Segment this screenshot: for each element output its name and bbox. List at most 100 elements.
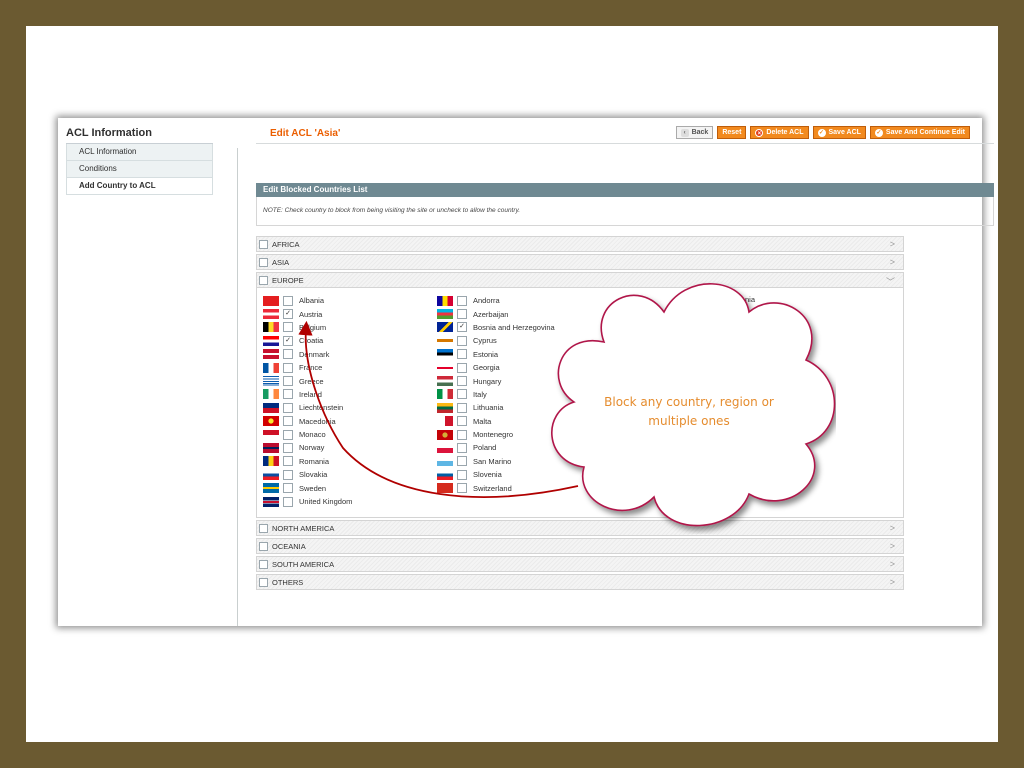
country-checkbox[interactable] — [283, 456, 293, 467]
flag-icon — [437, 469, 453, 480]
country-checkbox[interactable] — [457, 429, 467, 440]
region-checkbox[interactable] — [259, 559, 268, 569]
country-checkbox[interactable] — [457, 442, 467, 453]
country-checkbox[interactable] — [457, 483, 467, 494]
back-button[interactable]: ‹ Back — [675, 126, 714, 139]
country-row: Macedonia — [263, 415, 352, 428]
flag-icon — [437, 349, 453, 360]
country-checkbox[interactable] — [283, 496, 293, 507]
region-asia[interactable]: ASIA > — [256, 254, 904, 270]
sidebar-item-add-country[interactable]: Add Country to ACL — [66, 178, 213, 195]
country-checkbox[interactable] — [283, 469, 293, 480]
country-checkbox[interactable] — [283, 429, 293, 440]
region-checkbox[interactable] — [259, 541, 268, 551]
region-checkbox[interactable] — [259, 577, 268, 587]
country-checkbox[interactable] — [457, 402, 467, 413]
flag-icon — [437, 402, 453, 413]
flag-icon — [437, 416, 453, 427]
country-label: Switzerland — [473, 483, 512, 493]
chevron-right-icon[interactable]: > — [890, 257, 895, 267]
chevron-right-icon[interactable]: > — [890, 559, 895, 569]
country-checkbox[interactable] — [283, 295, 293, 306]
country-checkbox[interactable] — [283, 322, 293, 333]
flag-icon — [263, 496, 279, 507]
back-label: Back — [691, 128, 709, 136]
country-row: Greece — [263, 374, 352, 387]
country-row: Malta — [437, 415, 555, 428]
country-checkbox[interactable]: ✓ — [283, 309, 293, 320]
country-checkbox[interactable] — [457, 376, 467, 387]
region-label: EUROPE — [272, 275, 304, 285]
country-label: Slovenia — [473, 470, 502, 480]
back-icon: ‹ — [680, 128, 689, 137]
country-checkbox[interactable] — [457, 295, 467, 306]
chevron-right-icon[interactable]: > — [890, 577, 895, 587]
country-checkbox[interactable]: ✓ — [283, 335, 293, 346]
country-row: Montenegro — [437, 428, 555, 441]
country-checkbox[interactable] — [457, 335, 467, 346]
callout-text: Block any country, region or multiple on… — [574, 393, 804, 431]
sidebar-item-acl-information[interactable]: ACL Information — [66, 144, 213, 161]
region-checkbox[interactable] — [259, 239, 268, 249]
region-oceania[interactable]: OCEANIA > — [256, 538, 904, 554]
country-checkbox[interactable] — [283, 442, 293, 453]
country-row: Switzerland — [437, 481, 555, 494]
country-label: Georgia — [473, 363, 500, 373]
sidebar-item-conditions[interactable]: Conditions — [66, 161, 213, 178]
save-continue-button[interactable]: ✓ Save And Continue Edit — [869, 126, 970, 139]
country-row: Slovenia — [437, 468, 555, 481]
country-row: Azerbaijan — [437, 307, 555, 320]
flag-icon — [437, 376, 453, 387]
country-checkbox[interactable] — [457, 309, 467, 320]
reset-label: Reset — [722, 128, 742, 136]
flag-icon — [437, 456, 453, 467]
delete-acl-button[interactable]: × Delete ACL — [750, 126, 809, 139]
country-checkbox[interactable] — [457, 349, 467, 360]
country-label: Macedonia — [299, 416, 336, 426]
country-checkbox[interactable]: ✓ — [457, 322, 467, 333]
country-checkbox[interactable] — [283, 483, 293, 494]
region-label: AFRICA — [272, 239, 300, 249]
region-africa[interactable]: AFRICA > — [256, 236, 904, 252]
region-checkbox[interactable] — [259, 257, 268, 267]
region-south-america[interactable]: SOUTH AMERICA > — [256, 556, 904, 572]
country-row: Lithuania — [437, 401, 555, 414]
callout-line-1: Block any country, region or — [604, 395, 774, 409]
admin-screenshot: ACL Information ACL Information Conditio… — [58, 118, 994, 626]
country-checkbox[interactable] — [283, 349, 293, 360]
country-checkbox[interactable] — [457, 469, 467, 480]
flag-icon — [437, 322, 453, 333]
country-row: Hungary — [437, 374, 555, 387]
region-label: OCEANIA — [272, 541, 306, 551]
checkmark-icon: ✓ — [817, 128, 826, 137]
chevron-right-icon[interactable]: > — [890, 523, 895, 533]
reset-button[interactable]: Reset — [717, 126, 747, 139]
chevron-right-icon[interactable]: > — [890, 239, 895, 249]
chevron-right-icon[interactable]: > — [890, 541, 895, 551]
sidebar-title: ACL Information — [66, 124, 213, 144]
country-checkbox[interactable] — [457, 416, 467, 427]
flag-icon — [437, 362, 453, 373]
country-checkbox[interactable] — [457, 362, 467, 373]
country-label: Croatia — [299, 336, 324, 346]
region-others[interactable]: OTHERS > — [256, 574, 904, 590]
region-checkbox[interactable] — [259, 523, 268, 533]
page-title: Edit ACL 'Asia' — [270, 128, 341, 139]
chevron-down-icon[interactable]: ﹀ — [886, 275, 895, 288]
region-checkbox[interactable] — [259, 275, 268, 285]
country-checkbox[interactable] — [283, 362, 293, 373]
flag-icon — [437, 309, 453, 320]
country-checkbox[interactable] — [283, 376, 293, 387]
country-label: Monaco — [299, 430, 326, 440]
country-checkbox[interactable] — [457, 389, 467, 400]
flag-icon — [263, 416, 279, 427]
country-checkbox[interactable] — [283, 416, 293, 427]
country-label: Austria — [299, 309, 323, 319]
region-label: NORTH AMERICA — [272, 523, 335, 533]
country-checkbox[interactable] — [283, 389, 293, 400]
country-checkbox[interactable] — [283, 402, 293, 413]
save-acl-button[interactable]: ✓ Save ACL — [812, 126, 866, 139]
flag-icon — [437, 483, 453, 494]
country-label: Poland — [473, 443, 497, 453]
country-checkbox[interactable] — [457, 456, 467, 467]
